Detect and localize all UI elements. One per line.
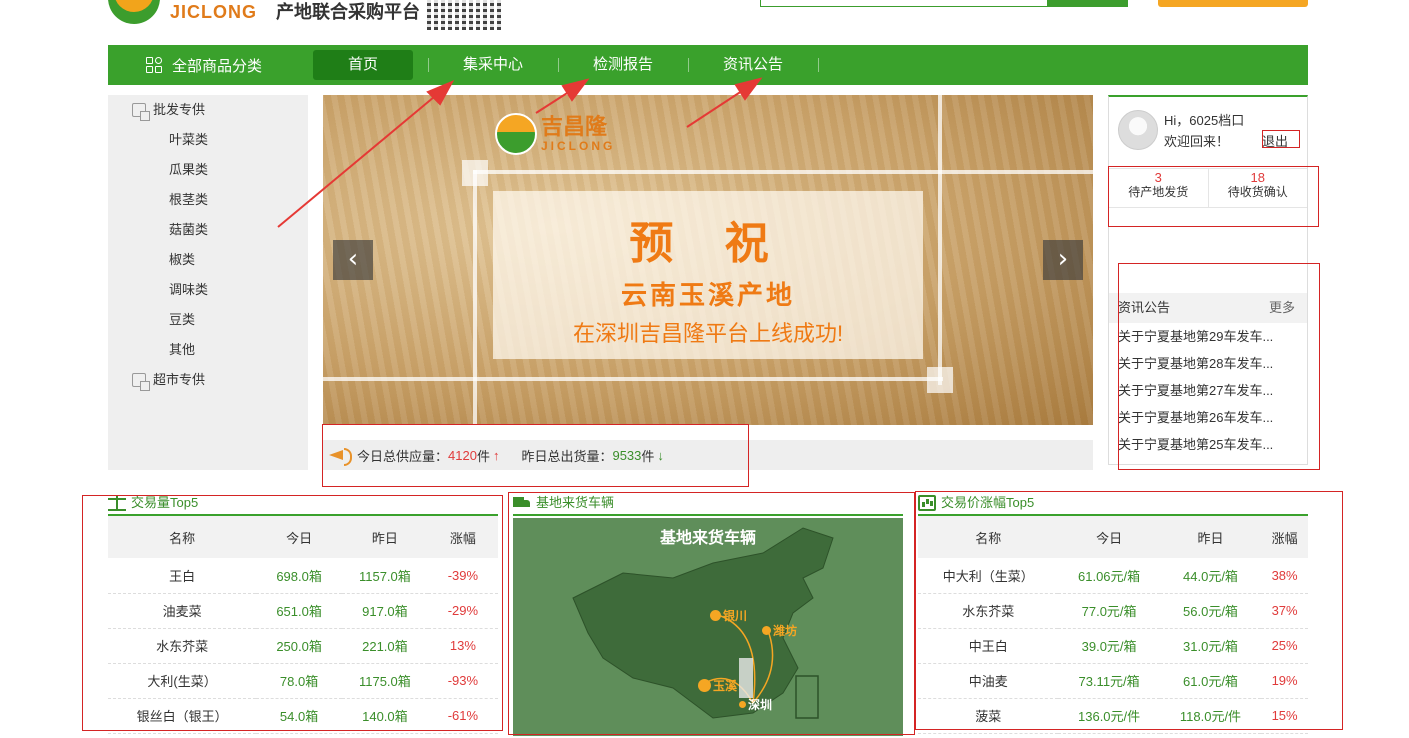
banner-prev-button[interactable]: ‹ (333, 240, 373, 280)
banner-headline: 预 祝 (629, 218, 787, 269)
nav-item-news[interactable]: 资讯公告 (703, 50, 803, 80)
search-button[interactable] (1047, 0, 1128, 7)
welcome-text: 欢迎回来！ (1164, 134, 1230, 149)
avatar[interactable] (1118, 110, 1158, 150)
annotation-box-price (915, 491, 1343, 730)
all-categories-button[interactable]: 全部商品分类 (108, 45, 298, 85)
banner-logo-en: JICLONG (541, 139, 616, 153)
category-item-root[interactable]: 根茎类 (169, 185, 208, 215)
nav-item-home[interactable]: 首页 (313, 50, 413, 80)
category-item-beans[interactable]: 豆类 (169, 305, 195, 335)
main-nav: 全部商品分类 首页 集采中心 检测报告 资讯公告 (108, 45, 1308, 85)
category-item-other[interactable]: 其他 (169, 335, 195, 365)
user-greeting: Hi，6025档口 欢迎回来！ (1164, 110, 1244, 152)
site-logo[interactable]: JICLONG (108, 0, 268, 26)
greeting-text: Hi，6025档口 (1164, 113, 1245, 128)
banner-card: 预 祝 云南玉溪产地 在深圳吉昌隆平台上线成功! (493, 191, 923, 359)
cart-button[interactable] (1158, 0, 1308, 7)
hero-banner[interactable]: 吉昌隆 JICLONG 预 祝 云南玉溪产地 在深圳吉昌隆平台上线成功! ‹ › (323, 95, 1093, 425)
category-grid-icon (146, 57, 162, 73)
category-icon (132, 373, 150, 391)
annotation-box-orders (1108, 166, 1319, 227)
site-slogan: 产地联合采购平台 (276, 2, 420, 22)
annotation-box-stats (322, 424, 749, 487)
qr-code-icon (427, 0, 503, 30)
banner-logo-icon (495, 113, 537, 155)
category-supermarket[interactable]: 超市专供 (132, 365, 205, 395)
nav-item-collective-purchase[interactable]: 集采中心 (443, 50, 543, 80)
category-menu: 批发专供 叶菜类 瓜果类 根茎类 菇菌类 椒类 调味类 豆类 其他 超市专供 (108, 95, 308, 470)
category-item-mushroom[interactable]: 菇菌类 (169, 215, 208, 245)
category-item-melon-fruit[interactable]: 瓜果类 (169, 155, 208, 185)
category-supermarket-label: 超市专供 (153, 372, 206, 387)
banner-logo: 吉昌隆 JICLONG (495, 113, 615, 155)
banner-logo-cn: 吉昌隆 (541, 114, 608, 139)
logo-brand-text: JICLONG (170, 2, 258, 22)
category-item-leafy[interactable]: 叶菜类 (169, 125, 208, 155)
annotation-box-news (1118, 263, 1320, 470)
nav-item-test-reports[interactable]: 检测报告 (573, 50, 673, 80)
banner-caption: 在深圳吉昌隆平台上线成功! (572, 321, 844, 346)
search-input[interactable] (760, 0, 1048, 7)
annotation-box-trucks (508, 492, 915, 735)
logo-leaf-icon (108, 0, 160, 24)
category-item-pepper[interactable]: 椒类 (169, 245, 195, 275)
annotation-box-logout (1262, 130, 1300, 148)
category-icon (132, 103, 150, 121)
annotation-box-volume (82, 495, 503, 731)
banner-next-button[interactable]: › (1043, 240, 1083, 280)
category-item-seasoning[interactable]: 调味类 (169, 275, 208, 305)
all-categories-label: 全部商品分类 (172, 57, 263, 75)
category-wholesale[interactable]: 批发专供 (132, 95, 205, 125)
category-wholesale-label: 批发专供 (153, 102, 206, 117)
banner-subheadline: 云南玉溪产地 (620, 281, 795, 311)
